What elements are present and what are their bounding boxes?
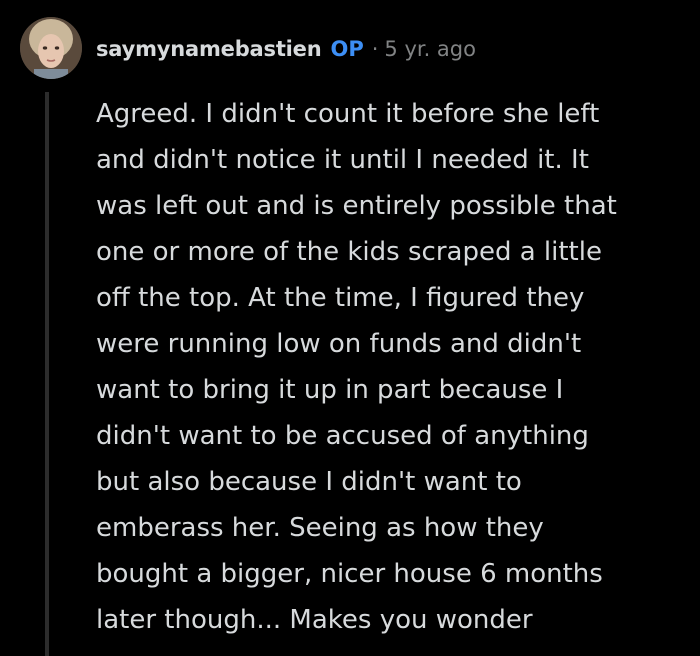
- comment-line: was left out and is entirely possible th…: [96, 191, 617, 221]
- thread-collapse-line[interactable]: [45, 92, 49, 656]
- comment-line: and didn't notice it until I needed it. …: [96, 145, 589, 175]
- comment-line: Agreed. I didn't count it before she lef…: [96, 99, 600, 129]
- comment-line: one or more of the kids scraped a little: [96, 237, 602, 267]
- comment: saymynamebastien OP · 5 yr. ago Agreed. …: [0, 0, 700, 656]
- comment-meta: saymynamebastien OP · 5 yr. ago: [96, 30, 476, 68]
- avatar-image: [20, 17, 82, 79]
- comment-body: Agreed. I didn't count it before she lef…: [96, 91, 696, 643]
- comment-line: off the top. At the time, I figured they: [96, 283, 585, 313]
- comment-line: but also because I didn't want to: [96, 467, 522, 497]
- comment-line: want to bring it up in part because I: [96, 375, 564, 405]
- comment-line: bought a bigger, nicer house 6 months: [96, 559, 603, 589]
- avatar[interactable]: [20, 17, 82, 79]
- comment-timestamp[interactable]: 5 yr. ago: [384, 37, 476, 61]
- comment-line: emberass her. Seeing as how they: [96, 513, 544, 543]
- meta-separator: ·: [371, 37, 379, 61]
- op-badge: OP: [330, 37, 364, 61]
- username-link[interactable]: saymynamebastien: [96, 37, 322, 61]
- comment-line: were running low on funds and didn't: [96, 329, 582, 359]
- comment-line: later though... Makes you wonder: [96, 605, 533, 635]
- comment-line: didn't want to be accused of anything: [96, 421, 589, 451]
